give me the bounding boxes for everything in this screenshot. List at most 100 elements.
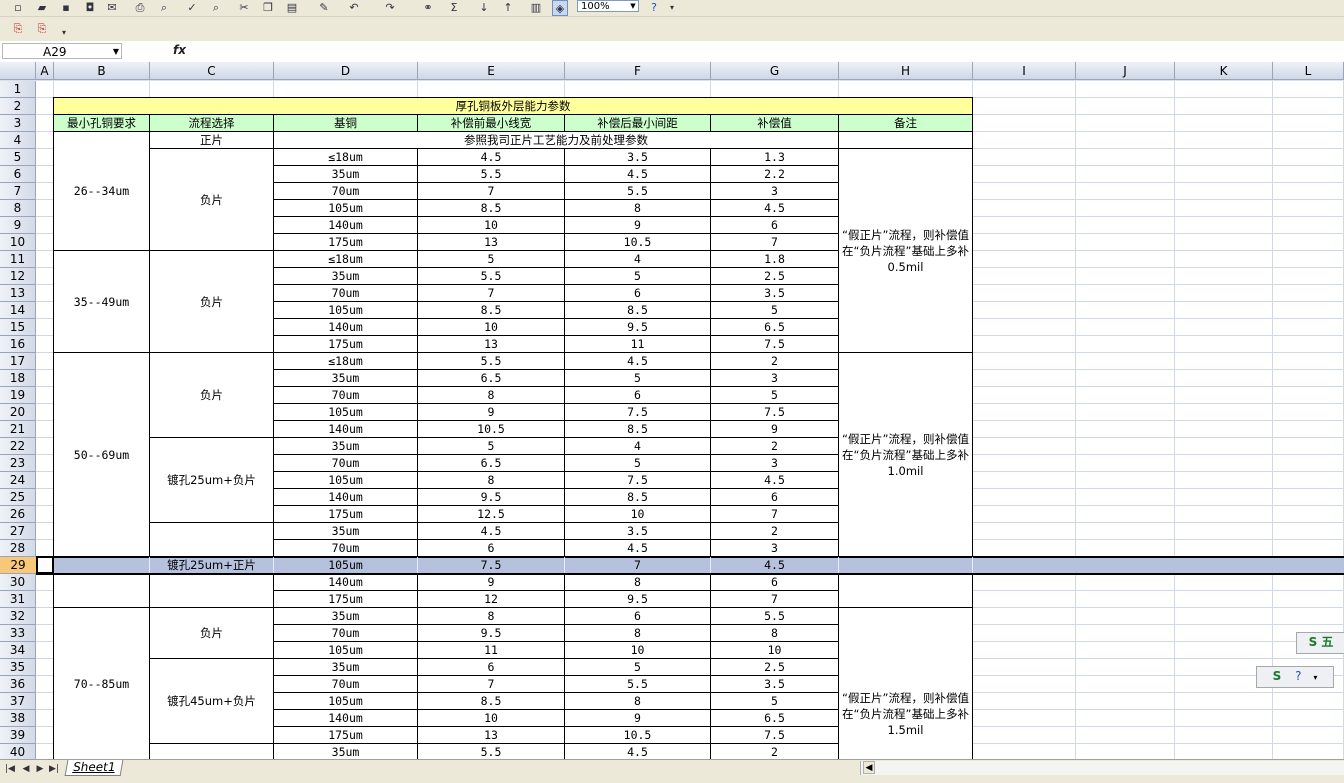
comp-value-cell[interactable]: 7.5 xyxy=(711,727,839,744)
column-header-d[interactable]: D xyxy=(274,62,418,80)
pre-comp-width-cell[interactable]: 13 xyxy=(418,234,565,251)
pre-comp-width-cell[interactable]: 5.5 xyxy=(418,744,565,759)
comp-value-cell[interactable]: 2.5 xyxy=(711,659,839,676)
column-header-l[interactable]: L xyxy=(1273,62,1344,80)
base-copper-cell[interactable]: ≤18um xyxy=(274,353,418,370)
row-header-5[interactable]: 5 xyxy=(0,149,36,166)
post-comp-spacing-cell[interactable]: 4 xyxy=(565,438,711,455)
row-header-19[interactable]: 19 xyxy=(0,387,36,404)
process-neg-1[interactable]: 负片 xyxy=(150,149,274,251)
print-preview-icon[interactable]: ⌕ xyxy=(156,0,172,16)
toolbar-options-icon[interactable]: ▾ xyxy=(664,0,680,16)
comp-value-cell[interactable]: 6 xyxy=(711,489,839,506)
base-copper-cell[interactable]: ≤18um xyxy=(274,149,418,166)
base-copper-cell[interactable]: 140um xyxy=(274,319,418,336)
column-header-g[interactable]: G xyxy=(711,62,839,80)
base-copper-cell[interactable]: 35um xyxy=(274,744,418,759)
row-header-34[interactable]: 34 xyxy=(0,642,36,659)
pre-comp-width-cell[interactable]: 7 xyxy=(418,676,565,693)
row-header-35[interactable]: 35 xyxy=(0,659,36,676)
post-comp-spacing-cell[interactable]: 8 xyxy=(565,574,711,591)
row-header-24[interactable]: 24 xyxy=(0,472,36,489)
pre-comp-width-cell[interactable]: 8 xyxy=(418,608,565,625)
base-copper-cell[interactable]: 35um xyxy=(274,268,418,285)
comp-value-cell[interactable]: 6.5 xyxy=(711,319,839,336)
remark-15mil[interactable]: “假正片”流程，则补偿值在“负片流程”基础上多补1.5mil xyxy=(839,608,973,759)
post-comp-spacing-cell[interactable]: 7 xyxy=(565,557,711,573)
row-header-29[interactable]: 29 xyxy=(0,557,36,574)
process-plate25-pos[interactable]: 镀孔25um+正片 xyxy=(150,557,274,573)
row-header-13[interactable]: 13 xyxy=(0,285,36,302)
row-header-16[interactable]: 16 xyxy=(0,336,36,353)
save-icon[interactable]: ▪ xyxy=(58,0,74,16)
base-copper-cell[interactable]: 175um xyxy=(274,727,418,744)
base-copper-cell[interactable]: 140um xyxy=(274,710,418,727)
base-copper-cell[interactable]: 175um xyxy=(274,591,418,608)
ime-widget[interactable]: S 五 xyxy=(1296,632,1344,654)
row-header-11[interactable]: 11 xyxy=(0,251,36,268)
base-copper-cell[interactable]: 35um xyxy=(274,370,418,387)
redo-icon[interactable]: ↷ xyxy=(382,0,398,16)
pre-comp-width-cell[interactable]: 13 xyxy=(418,727,565,744)
comp-value-cell[interactable]: 5.5 xyxy=(711,608,839,625)
comp-value-cell[interactable]: 10 xyxy=(711,642,839,659)
pre-comp-width-cell[interactable]: 9.5 xyxy=(418,489,565,506)
base-copper-cell[interactable]: 70um xyxy=(274,676,418,693)
base-copper-cell[interactable]: 70um xyxy=(274,625,418,642)
column-header-e[interactable]: E xyxy=(418,62,565,80)
base-copper-cell[interactable]: 140um xyxy=(274,489,418,506)
pre-comp-width-cell[interactable]: 10 xyxy=(418,710,565,727)
pre-comp-width-cell[interactable]: 8.5 xyxy=(418,302,565,319)
pre-comp-width-cell[interactable]: 5.5 xyxy=(418,268,565,285)
pre-comp-width-cell[interactable]: 7 xyxy=(418,285,565,302)
paste-icon[interactable]: ▤ xyxy=(284,0,300,16)
row-header-21[interactable]: 21 xyxy=(0,421,36,438)
row-header-1[interactable]: 1 xyxy=(0,81,36,98)
column-header-i[interactable]: I xyxy=(973,62,1076,80)
post-comp-spacing-cell[interactable]: 6 xyxy=(565,608,711,625)
row-header-30[interactable]: 30 xyxy=(0,574,36,591)
row-header-10[interactable]: 10 xyxy=(0,234,36,251)
pre-comp-width-cell[interactable]: 5 xyxy=(418,251,565,268)
header-post-comp-spacing[interactable]: 补偿后最小间距 xyxy=(565,115,711,132)
group-empty[interactable] xyxy=(54,574,150,608)
comp-value-cell[interactable]: 2.2 xyxy=(711,166,839,183)
row-header-7[interactable]: 7 xyxy=(0,183,36,200)
comp-value-cell[interactable]: 7.5 xyxy=(711,336,839,353)
column-header-j[interactable]: J xyxy=(1076,62,1175,80)
post-comp-spacing-cell[interactable]: 3.5 xyxy=(565,149,711,166)
post-comp-spacing-cell[interactable]: 4 xyxy=(565,251,711,268)
base-copper-cell[interactable]: 105um xyxy=(274,404,418,421)
row-header-28[interactable]: 28 xyxy=(0,540,36,557)
comp-value-cell[interactable]: 3.5 xyxy=(711,676,839,693)
base-copper-cell[interactable]: 70um xyxy=(274,455,418,472)
print-icon[interactable]: ⎙ xyxy=(132,0,148,16)
base-copper-cell[interactable]: 105um xyxy=(274,557,418,573)
base-copper-cell[interactable]: 105um xyxy=(274,302,418,319)
pre-comp-width-cell[interactable]: 9 xyxy=(418,404,565,421)
post-comp-spacing-cell[interactable]: 9 xyxy=(565,710,711,727)
pdf-convert-icon[interactable]: ⎘ xyxy=(10,21,26,37)
pre-comp-width-cell[interactable]: 6.5 xyxy=(418,455,565,472)
pre-comp-width-cell[interactable]: 7.5 xyxy=(418,557,565,573)
process-positive[interactable]: 正片 xyxy=(150,132,274,149)
row-header-9[interactable]: 9 xyxy=(0,217,36,234)
row-header-3[interactable]: 3 xyxy=(0,115,36,132)
post-comp-spacing-cell[interactable]: 6 xyxy=(565,285,711,302)
comp-value-cell[interactable]: 6 xyxy=(711,574,839,591)
base-copper-cell[interactable]: 70um xyxy=(274,183,418,200)
comp-value-cell[interactable]: 5 xyxy=(711,693,839,710)
post-comp-spacing-cell[interactable]: 9.5 xyxy=(565,591,711,608)
row-header-25[interactable]: 25 xyxy=(0,489,36,506)
last-sheet-icon[interactable]: ▶| xyxy=(48,763,60,775)
post-comp-spacing-cell[interactable]: 9 xyxy=(565,217,711,234)
comp-value-cell[interactable]: 5 xyxy=(711,387,839,404)
post-comp-spacing-cell[interactable]: 10.5 xyxy=(565,727,711,744)
base-copper-cell[interactable]: 105um xyxy=(274,693,418,710)
comp-value-cell[interactable]: 5 xyxy=(711,302,839,319)
comp-value-cell[interactable]: 7 xyxy=(711,506,839,523)
comp-value-cell[interactable]: 6 xyxy=(711,217,839,234)
pre-comp-width-cell[interactable]: 12.5 xyxy=(418,506,565,523)
pre-comp-width-cell[interactable]: 6.5 xyxy=(418,370,565,387)
comp-value-cell[interactable]: 7.5 xyxy=(711,404,839,421)
